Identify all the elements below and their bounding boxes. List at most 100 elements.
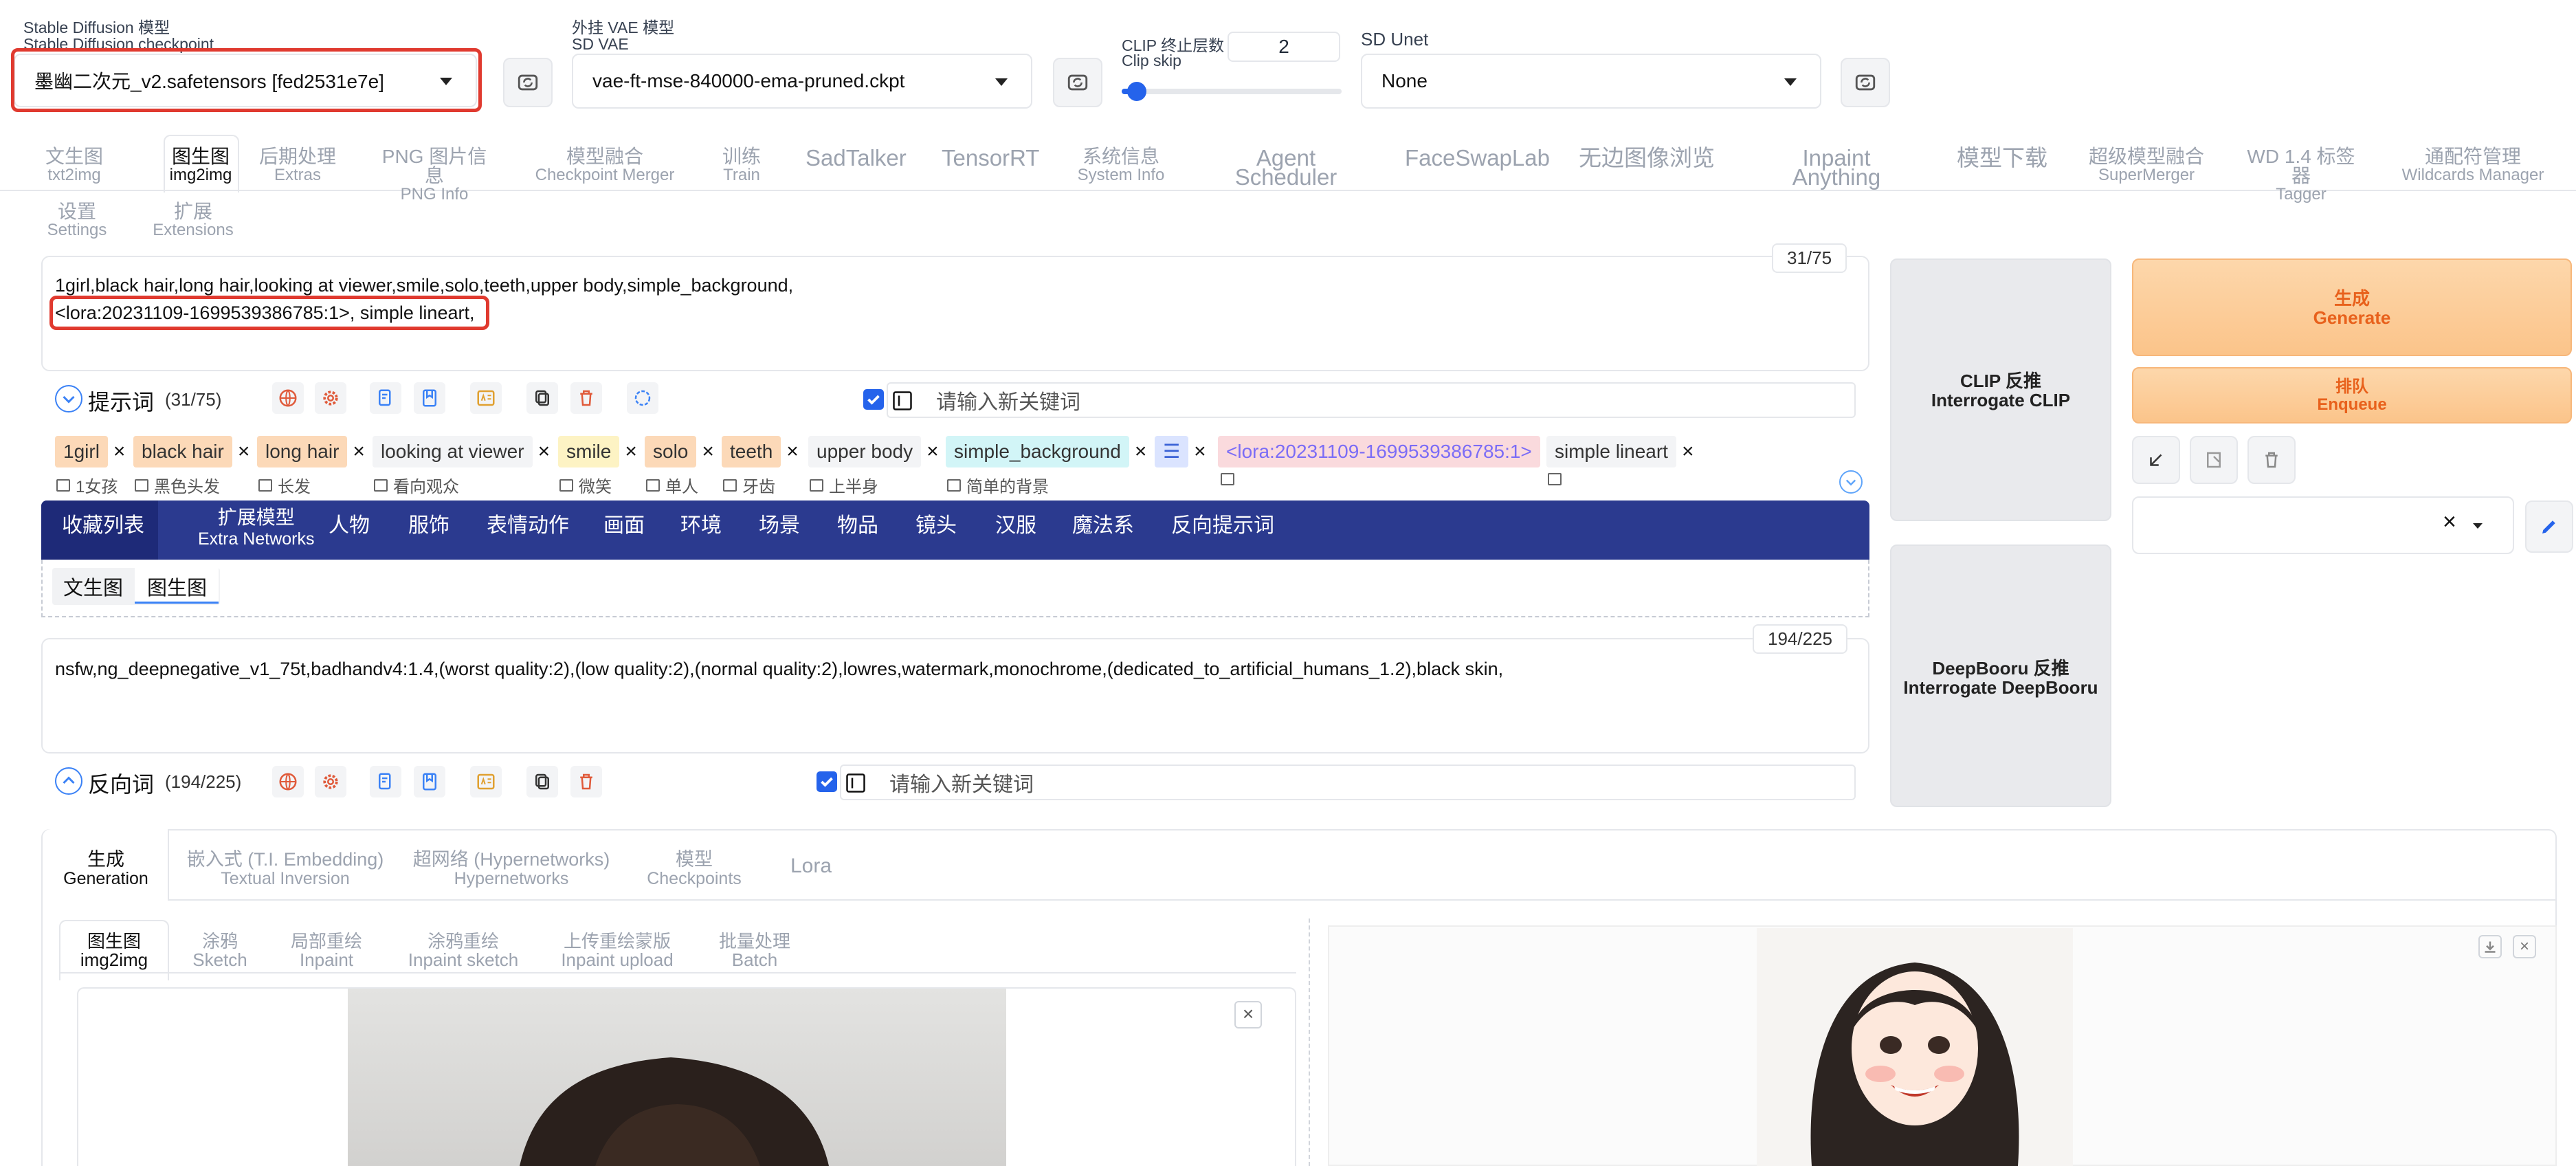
refresh-model-button[interactable] xyxy=(503,58,553,107)
unet-dropdown[interactable]: None xyxy=(1361,54,1821,109)
edit-styles-button[interactable] xyxy=(2525,500,2573,553)
tag-item[interactable]: upper body × xyxy=(808,436,939,468)
category-objects[interactable]: 物品 xyxy=(837,508,878,538)
translate-icon[interactable] xyxy=(272,766,304,798)
tab-hypernetworks[interactable]: 超网络 (Hypernetworks) Hypernetworks xyxy=(412,850,610,888)
tab-agent-scheduler[interactable]: Agent Scheduler xyxy=(1207,146,1365,188)
generate-button[interactable]: 生成 Generate xyxy=(2132,258,2572,356)
keyword-checkbox[interactable] xyxy=(863,389,884,410)
category-favorites[interactable]: 收藏列表 xyxy=(62,508,144,538)
tab-settings[interactable]: 设置 Settings xyxy=(43,202,111,239)
category-expressions[interactable]: 表情动作 xyxy=(487,508,569,538)
tab-inpaint-upload[interactable]: 上传重绘蒙版 Inpaint upload xyxy=(555,932,679,969)
bookmark-icon[interactable] xyxy=(414,766,445,798)
clear-styles-icon[interactable]: × xyxy=(2443,509,2456,536)
vae-dropdown[interactable]: vae-ft-mse-840000-ema-pruned.ckpt xyxy=(572,54,1032,109)
interrogate-deepbooru-button[interactable]: DeepBooru 反推 Interrogate DeepBooru xyxy=(1890,544,2111,807)
history-icon[interactable] xyxy=(370,766,401,798)
category-extra-networks[interactable]: 扩展模型 Extra Networks xyxy=(198,507,314,549)
close-icon[interactable]: × xyxy=(926,440,939,463)
output-image[interactable] xyxy=(1757,928,2073,1166)
settings-icon[interactable] xyxy=(315,766,346,798)
close-icon[interactable]: × xyxy=(2513,935,2536,958)
tab-png-info[interactable]: PNG 图片信息 PNG Info xyxy=(373,147,496,204)
tag-item[interactable]: looking at viewer × xyxy=(373,436,550,468)
trash-icon[interactable] xyxy=(570,382,602,414)
sd-model-dropdown[interactable]: 墨幽二次元_v2.safetensors [fed2531e7e] xyxy=(14,54,477,107)
tab-extensions[interactable]: 扩展 Extensions xyxy=(150,202,236,239)
category-clothing[interactable]: 服饰 xyxy=(408,508,449,538)
copy-icon[interactable] xyxy=(526,766,558,798)
tab-generation[interactable]: 生成 Generation xyxy=(63,850,148,888)
tab-inpaint-anything[interactable]: Inpaint Anything xyxy=(1757,146,1916,188)
category-camera[interactable]: 镜头 xyxy=(915,508,957,538)
expand-tags-icon[interactable] xyxy=(1839,470,1863,494)
styles-dropdown[interactable]: × xyxy=(2132,496,2514,554)
tab-tensorrt[interactable]: TensorRT xyxy=(942,146,1039,169)
tab-checkpoint-merger[interactable]: 模型融合 Checkpoint Merger xyxy=(529,147,680,184)
copy-icon[interactable] xyxy=(526,382,558,414)
negative-prompt-textarea[interactable] xyxy=(41,638,1869,754)
collapse-prompt-icon[interactable] xyxy=(55,385,82,412)
tab-sketch[interactable]: 涂鸦 Sketch xyxy=(186,932,254,969)
tag-item[interactable]: long hair × xyxy=(257,436,365,468)
tab-train[interactable]: 训练 Train xyxy=(715,147,768,184)
tab-img2img-sub[interactable]: 图生图 img2img xyxy=(66,932,162,969)
settings-icon[interactable] xyxy=(315,382,346,414)
close-icon[interactable]: × xyxy=(1135,440,1147,463)
tag-item[interactable]: solo × xyxy=(645,436,714,468)
clip-skip-thumb[interactable] xyxy=(1127,82,1147,101)
tab-textual-inversion[interactable]: 嵌入式 (T.I. Embedding) Textual Inversion xyxy=(186,850,385,888)
tab-supermerger[interactable]: 超级模型融合 SuperMerger xyxy=(2088,147,2205,184)
text-swap-icon[interactable] xyxy=(470,766,502,798)
close-icon[interactable]: × xyxy=(353,440,365,463)
refresh-unet-button[interactable] xyxy=(1841,58,1890,107)
tab-faceswaplab[interactable]: FaceSwapLab xyxy=(1405,146,1550,169)
tag-item[interactable]: simple lineart × xyxy=(1546,436,1694,468)
close-icon[interactable]: × xyxy=(113,440,126,463)
interrogate-clip-button[interactable]: CLIP 反推 Interrogate CLIP xyxy=(1890,258,2111,521)
tab-system-info[interactable]: 系统信息 System Info xyxy=(1072,147,1170,184)
tab-infinite-browser[interactable]: 无边图像浏览 xyxy=(1578,146,1716,169)
tag-item[interactable]: 1girl × xyxy=(55,436,125,468)
subtab-txt2img[interactable]: 文生图 xyxy=(63,572,123,601)
clear-style-button[interactable] xyxy=(2247,436,2296,484)
tab-txt2img[interactable]: 文生图 txt2img xyxy=(43,147,106,184)
close-icon[interactable]: × xyxy=(625,440,637,463)
category-characters[interactable]: 人物 xyxy=(329,508,370,538)
tab-inpaint[interactable]: 局部重绘 Inpaint xyxy=(282,932,371,969)
tab-model-download[interactable]: 模型下载 xyxy=(1956,146,2048,169)
openai-icon[interactable] xyxy=(627,382,658,414)
bookmark-icon[interactable] xyxy=(414,382,445,414)
text-swap-icon[interactable] xyxy=(470,382,502,414)
download-icon[interactable] xyxy=(2478,935,2502,958)
category-environment[interactable]: 环境 xyxy=(680,508,722,538)
tab-batch[interactable]: 批量处理 Batch xyxy=(712,932,797,969)
tag-item[interactable]: simple_background × xyxy=(946,436,1146,468)
tab-img2img[interactable]: 图生图 img2img xyxy=(146,147,256,184)
keyword-input[interactable]: 请输入新关键词 xyxy=(887,382,1856,418)
subtab-img2img[interactable]: 图生图 xyxy=(147,572,207,601)
tab-inpaint-sketch[interactable]: 涂鸦重绘 Inpaint sketch xyxy=(401,932,525,969)
tag-item[interactable]: smile × xyxy=(558,436,637,468)
category-composition[interactable]: 画面 xyxy=(603,508,645,538)
close-icon[interactable]: × xyxy=(1234,1001,1262,1028)
close-icon[interactable]: × xyxy=(1194,440,1206,463)
category-scene[interactable]: 场景 xyxy=(759,508,800,538)
category-magic[interactable]: 魔法系 xyxy=(1072,508,1134,538)
tab-extras[interactable]: 后期处理 Extras xyxy=(254,147,341,184)
clip-skip-input[interactable]: 2 xyxy=(1228,32,1340,62)
enqueue-button[interactable]: 排队 Enqueue xyxy=(2132,367,2572,424)
tag-separator[interactable]: ☰ × xyxy=(1155,436,1206,468)
tab-tagger[interactable]: WD 1.4 标签器 Tagger xyxy=(2242,147,2360,204)
category-hanfu[interactable]: 汉服 xyxy=(995,508,1036,538)
close-icon[interactable]: × xyxy=(238,440,250,463)
tag-item-lora[interactable]: <lora:20231109-1699539386785:1>× xyxy=(1218,436,1557,468)
close-icon[interactable]: × xyxy=(786,440,799,463)
tab-wildcards-manager[interactable]: 通配符管理 Wildcards Manager xyxy=(2397,147,2549,184)
trash-icon[interactable] xyxy=(570,766,602,798)
close-icon[interactable]: × xyxy=(702,440,714,463)
tab-checkpoints[interactable]: 模型 Checkpoints xyxy=(639,850,749,888)
translate-icon[interactable] xyxy=(272,382,304,414)
clip-skip-slider[interactable] xyxy=(1122,82,1342,101)
